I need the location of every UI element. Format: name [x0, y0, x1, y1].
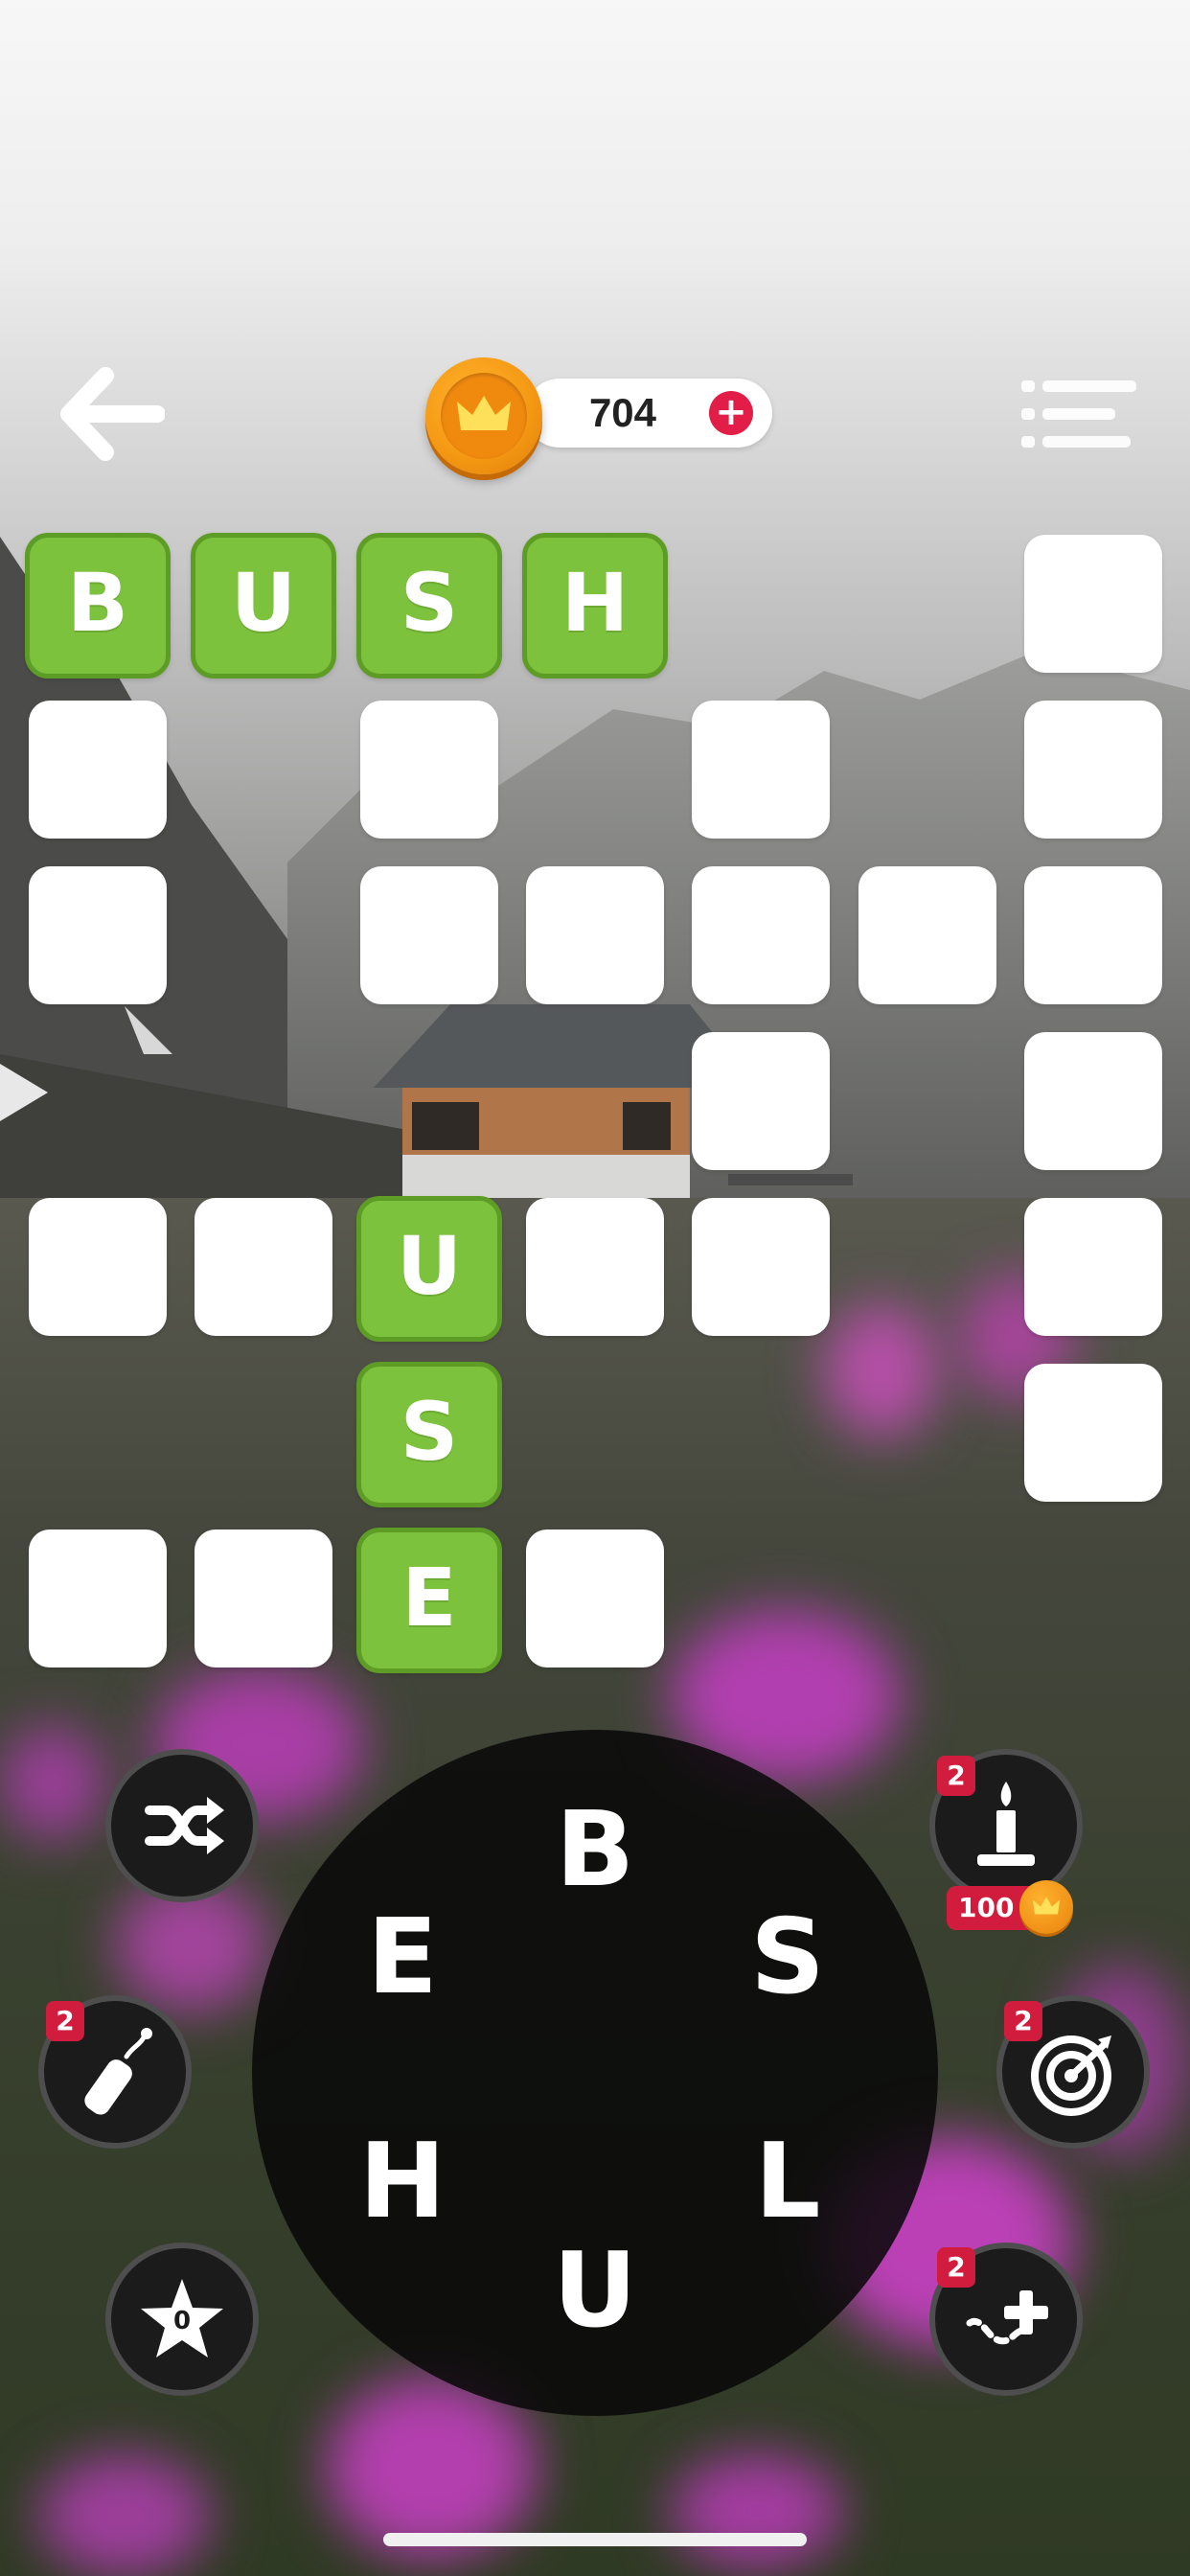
- solved-tile: H: [522, 533, 668, 678]
- add-coins-button[interactable]: +: [709, 391, 753, 435]
- empty-tile: [1024, 701, 1162, 839]
- flower-blur: [0, 1725, 105, 1840]
- menu-icon[interactable]: [1021, 379, 1136, 450]
- empty-tile: [1024, 866, 1162, 1004]
- empty-tile: [858, 866, 996, 1004]
- solved-tile: S: [356, 533, 502, 678]
- empty-tile: [360, 701, 498, 839]
- letter-wheel[interactable]: B S L U H E: [252, 1730, 938, 2416]
- shuffle-button[interactable]: [105, 1749, 259, 1902]
- candle-count-badge: 2: [937, 1756, 975, 1796]
- firecracker-count-badge: 2: [46, 2001, 84, 2041]
- flower-blur: [824, 1303, 939, 1438]
- empty-tile: [29, 1198, 167, 1336]
- empty-tile: [692, 1198, 830, 1336]
- solved-tile: S: [356, 1362, 502, 1507]
- empty-tile: [195, 1198, 332, 1336]
- star-count: 0: [172, 2307, 192, 2335]
- empty-tile: [29, 866, 167, 1004]
- wheel-letter[interactable]: H: [345, 2125, 460, 2240]
- back-arrow-icon[interactable]: [59, 366, 165, 462]
- wheel-letter[interactable]: S: [730, 1900, 845, 2015]
- empty-tile: [195, 1530, 332, 1668]
- solved-tile: B: [25, 533, 171, 678]
- star-booster-button[interactable]: 0: [105, 2242, 259, 2396]
- wheel-letter[interactable]: U: [538, 2234, 652, 2349]
- solved-tile: U: [191, 533, 336, 678]
- empty-tile: [692, 701, 830, 839]
- target-count-badge: 2: [1004, 2001, 1042, 2041]
- solved-tile: E: [356, 1528, 502, 1673]
- empty-tile: [526, 866, 664, 1004]
- empty-tile: [526, 1198, 664, 1336]
- empty-tile: [692, 1032, 830, 1170]
- empty-tile: [1024, 535, 1162, 673]
- solved-tile: U: [356, 1196, 502, 1342]
- wheel-letter[interactable]: L: [730, 2125, 845, 2240]
- empty-tile: [360, 866, 498, 1004]
- wheel-letter[interactable]: E: [345, 1900, 460, 2015]
- empty-tile: [1024, 1198, 1162, 1336]
- empty-tile: [29, 1530, 167, 1668]
- wheel-letter[interactable]: B: [538, 1793, 652, 1908]
- crown-coin-icon: [1019, 1880, 1073, 1934]
- flower-blur: [671, 2453, 843, 2568]
- empty-tile: [1024, 1364, 1162, 1502]
- shuffle-icon: [145, 1797, 224, 1854]
- empty-tile: [692, 866, 830, 1004]
- empty-tile: [1024, 1032, 1162, 1170]
- empty-tile: [29, 701, 167, 839]
- path-hint-count-badge: 2: [937, 2247, 975, 2288]
- coin-count: 704: [588, 390, 657, 435]
- empty-tile: [526, 1530, 664, 1668]
- flower-blur: [38, 2453, 211, 2576]
- home-indicator: [383, 2533, 807, 2546]
- crown-coin-icon: [425, 357, 542, 474]
